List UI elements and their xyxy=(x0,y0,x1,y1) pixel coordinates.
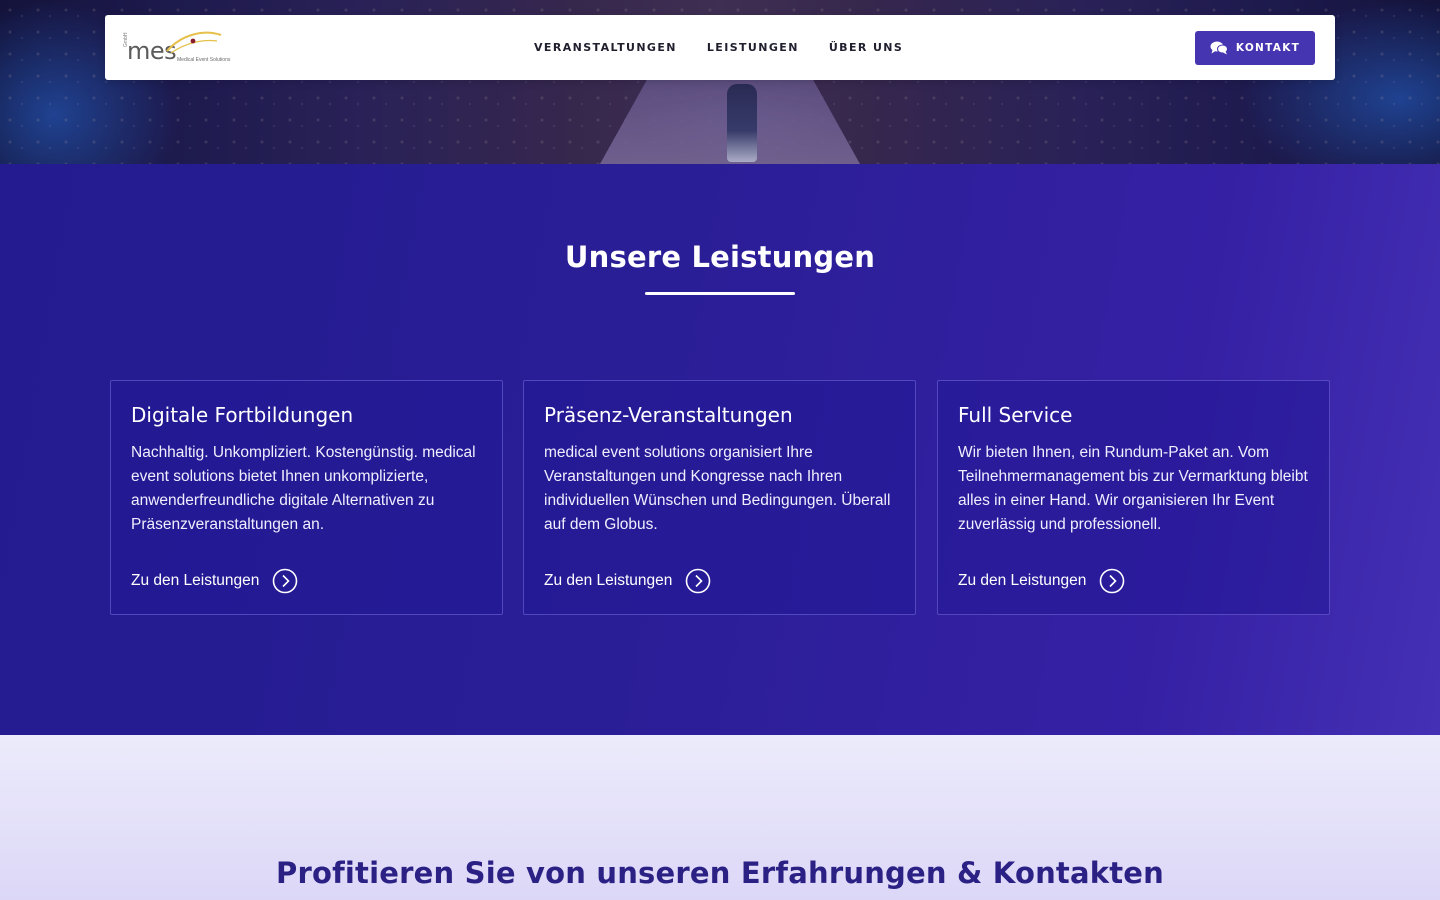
contact-button-label: KONTAKT xyxy=(1235,42,1301,54)
chevron-right-circle-icon xyxy=(686,568,711,594)
title-underline xyxy=(645,292,795,295)
card-text: Wir bieten Ihnen, ein Rundum-Paket an. V… xyxy=(958,444,1308,533)
chevron-right-circle-icon xyxy=(1100,568,1125,594)
card-title: Full Service xyxy=(958,403,1073,427)
card-link[interactable]: Zu den Leistungen xyxy=(131,568,298,594)
contact-button[interactable]: KONTAKT xyxy=(1195,31,1315,65)
services-section: Unsere Leistungen Digitale Fortbildungen… xyxy=(0,164,1440,735)
logo-tagline: Medical Event Solutions xyxy=(177,57,231,63)
nav-item-leistungen[interactable]: LEISTUNGEN xyxy=(707,41,799,54)
card-link-label: Zu den Leistungen xyxy=(544,572,673,589)
brand-logo[interactable]: GmbH mes Medical Event Solutions xyxy=(123,29,230,67)
chat-bubbles-icon xyxy=(1210,41,1228,55)
services-title: Unsere Leistungen xyxy=(564,240,876,274)
card-link[interactable]: Zu den Leistungen xyxy=(544,568,711,594)
service-card-praesenz: Präsenz-Veranstaltungen medical event so… xyxy=(523,380,916,615)
main-nav: VERANSTALTUNGEN LEISTUNGEN ÜBER UNS xyxy=(534,15,933,80)
card-link-label: Zu den Leistungen xyxy=(958,572,1087,589)
service-card-digital: Digitale Fortbildungen Nachhaltig. Unkom… xyxy=(110,380,503,615)
top-navbar: GmbH mes Medical Event Solutions VERANST… xyxy=(105,15,1335,80)
eye-swoosh-icon xyxy=(166,31,222,54)
service-card-full-service: Full Service Wir bieten Ihnen, ein Rundu… xyxy=(937,380,1330,615)
card-text: medical event solutions organisiert Ihre… xyxy=(544,444,891,533)
card-link-label: Zu den Leistungen xyxy=(131,572,260,589)
nav-item-veranstaltungen[interactable]: VERANSTALTUNGEN xyxy=(534,41,677,54)
card-link[interactable]: Zu den Leistungen xyxy=(958,568,1125,594)
card-title: Digitale Fortbildungen xyxy=(131,403,354,427)
nav-item-ueber-uns[interactable]: ÜBER UNS xyxy=(829,41,903,54)
experience-title: Profitieren Sie von unseren Erfahrungen … xyxy=(275,856,1165,890)
card-title: Präsenz-Veranstaltungen xyxy=(544,403,793,427)
chevron-right-circle-icon xyxy=(273,568,298,594)
experience-section: Profitieren Sie von unseren Erfahrungen … xyxy=(0,735,1440,900)
card-text: Nachhaltig. Unkompliziert. Kostengünstig… xyxy=(131,444,476,533)
